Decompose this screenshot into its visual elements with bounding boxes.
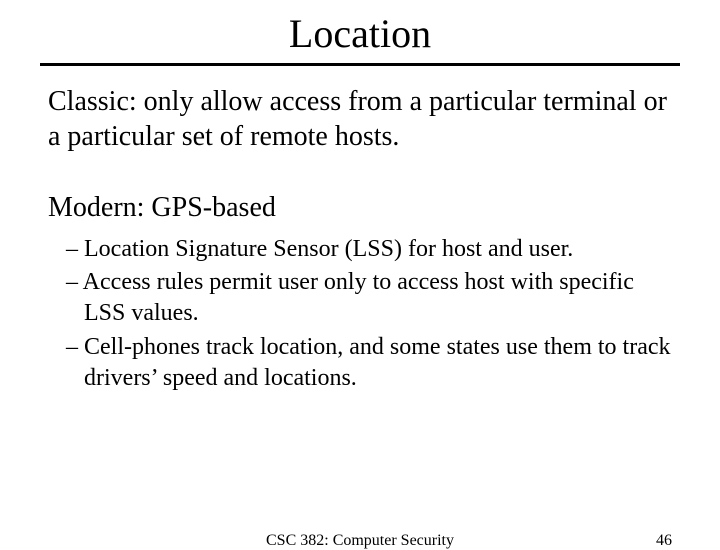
- paragraph-classic: Classic: only allow access from a partic…: [48, 84, 672, 154]
- footer-page-number: 46: [656, 532, 672, 550]
- slide-body: Classic: only allow access from a partic…: [48, 84, 672, 394]
- list-item: – Access rules permit user only to acces…: [66, 267, 672, 329]
- list-item: – Location Signature Sensor (LSS) for ho…: [66, 234, 672, 265]
- footer-course: CSC 382: Computer Security: [0, 532, 720, 550]
- title-divider: [40, 63, 680, 66]
- slide-title: Location: [0, 10, 720, 57]
- subhead-modern: Modern: GPS-based: [48, 192, 672, 224]
- slide: Location Classic: only allow access from…: [0, 10, 720, 550]
- bullet-list: – Location Signature Sensor (LSS) for ho…: [66, 234, 672, 394]
- list-item: – Cell-phones track location, and some s…: [66, 332, 672, 394]
